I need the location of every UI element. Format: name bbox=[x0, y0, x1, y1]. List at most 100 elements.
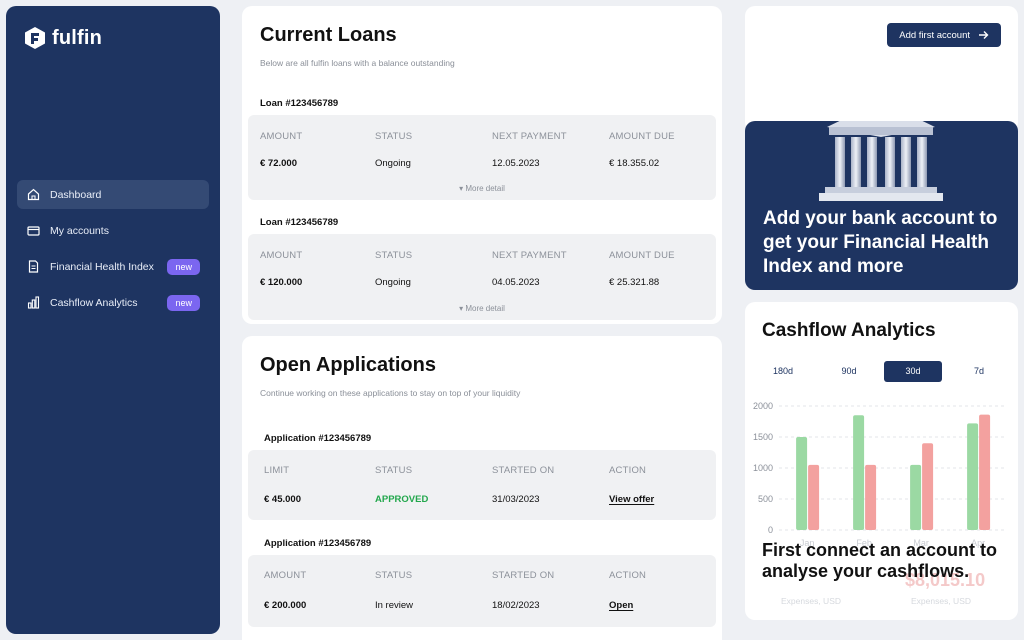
bar-chart-icon bbox=[27, 296, 40, 309]
expenses-bar bbox=[979, 414, 991, 530]
sidebar-nav: Dashboard My accounts Financial Health I… bbox=[17, 180, 209, 324]
status-header: STATUS bbox=[375, 465, 413, 476]
loan-label: Loan #123456789 bbox=[260, 98, 339, 109]
started-on-header: STARTED ON bbox=[492, 465, 555, 476]
started-on-header: STARTED ON bbox=[492, 570, 555, 581]
cashflow-title: Cashflow Analytics bbox=[762, 320, 936, 341]
loan-panel: AMOUNT STATUS NEXT PAYMENT AMOUNT DUE € … bbox=[248, 234, 716, 320]
home-icon bbox=[27, 188, 40, 201]
open-applications-card: Open Applications Continue working on th… bbox=[242, 336, 722, 640]
sidebar-item-label: Cashflow Analytics bbox=[50, 296, 138, 309]
y-tick-label: 0 bbox=[768, 525, 773, 535]
amount-due-header: AMOUNT DUE bbox=[609, 250, 675, 261]
open-link[interactable]: Open bbox=[609, 600, 633, 611]
current-loans-card: Current Loans Below are all fulfin loans… bbox=[242, 6, 722, 324]
arrow-right-icon bbox=[979, 31, 989, 39]
loan-amount: € 72.000 bbox=[260, 158, 297, 169]
loan-status: Ongoing bbox=[375, 158, 411, 169]
period-30d[interactable]: 30d bbox=[884, 361, 942, 382]
expenses-bar bbox=[808, 464, 820, 530]
income-bar bbox=[910, 464, 922, 530]
more-detail-label: More detail bbox=[465, 304, 505, 313]
sidebar-item-financial-health-index[interactable]: Financial Health Index new bbox=[17, 252, 209, 281]
caret-down-icon: ▾ bbox=[459, 304, 464, 313]
income-bar bbox=[967, 423, 979, 530]
sidebar-item-my-accounts[interactable]: My accounts bbox=[17, 216, 209, 245]
application-started-on: 31/03/2023 bbox=[492, 494, 540, 505]
y-tick-label: 1500 bbox=[753, 432, 773, 442]
card-icon bbox=[27, 224, 40, 237]
cashflow-bar-chart: 0500100015002000Jan Feb Mar Apr bbox=[753, 401, 1007, 548]
loan-amount: € 120.000 bbox=[260, 277, 303, 288]
loan-status: Ongoing bbox=[375, 277, 411, 288]
loan-next-payment: 04.05.2023 bbox=[492, 277, 540, 288]
loan-next-payment: 12.05.2023 bbox=[492, 158, 540, 169]
sidebar: fulfin Dashboard My accounts Financial H… bbox=[6, 6, 220, 634]
application-amount: € 200.000 bbox=[264, 600, 307, 611]
fulfin-logo-icon bbox=[25, 27, 45, 49]
application-started-on: 18/02/2023 bbox=[492, 600, 540, 611]
application-limit: € 45.000 bbox=[264, 494, 301, 505]
application-label: Application #123456789 bbox=[264, 433, 372, 444]
brand-logo[interactable]: fulfin bbox=[24, 26, 102, 50]
amount-due-header: AMOUNT DUE bbox=[609, 131, 675, 142]
view-offer-link[interactable]: View offer bbox=[609, 494, 654, 505]
applications-subtitle: Continue working on these applications t… bbox=[260, 388, 521, 398]
sidebar-item-dashboard[interactable]: Dashboard bbox=[17, 180, 209, 209]
limit-header: LIMIT bbox=[264, 465, 290, 476]
more-detail-toggle[interactable]: ▾ More detail bbox=[248, 304, 716, 313]
add-first-account-button[interactable]: Add first account bbox=[887, 23, 1001, 47]
caret-down-icon: ▾ bbox=[459, 184, 464, 193]
amount-header: AMOUNT bbox=[264, 570, 307, 581]
more-detail-toggle[interactable]: ▾ More detail bbox=[248, 184, 716, 193]
status-header: STATUS bbox=[375, 250, 413, 261]
application-panel: LIMIT STATUS STARTED ON ACTION € 45.000 … bbox=[248, 450, 716, 520]
more-detail-label: More detail bbox=[465, 184, 505, 193]
status-badge: APPROVED bbox=[375, 494, 429, 505]
action-header: ACTION bbox=[609, 465, 647, 476]
loans-subtitle: Below are all fulfin loans with a balanc… bbox=[260, 58, 455, 68]
period-90d[interactable]: 90d bbox=[820, 361, 878, 382]
new-badge: new bbox=[167, 295, 200, 311]
loan-label: Loan #123456789 bbox=[260, 217, 339, 228]
amount-header: AMOUNT bbox=[260, 250, 303, 261]
new-badge: new bbox=[167, 259, 200, 275]
expenses-bar bbox=[865, 464, 877, 530]
status-header: STATUS bbox=[375, 570, 413, 581]
sidebar-item-cashflow-analytics[interactable]: Cashflow Analytics new bbox=[17, 288, 209, 317]
brand-name: fulfin bbox=[52, 26, 103, 49]
ghost-expenses-label: Expenses, USD bbox=[781, 596, 841, 606]
status-header: STATUS bbox=[375, 131, 413, 142]
add-account-label: Add first account bbox=[899, 29, 970, 41]
add-account-card: Add first account bbox=[745, 6, 1018, 132]
sidebar-item-label: Financial Health Index bbox=[50, 260, 154, 273]
sidebar-item-label: My accounts bbox=[50, 224, 109, 237]
income-bar bbox=[796, 437, 808, 530]
y-tick-label: 500 bbox=[758, 494, 773, 504]
loan-amount-due: € 25.321.88 bbox=[609, 277, 660, 288]
status-badge: In review bbox=[375, 600, 414, 611]
expenses-bar bbox=[922, 443, 934, 530]
loan-panel: AMOUNT STATUS NEXT PAYMENT AMOUNT DUE € … bbox=[248, 115, 716, 200]
next-payment-header: NEXT PAYMENT bbox=[492, 250, 567, 261]
next-payment-header: NEXT PAYMENT bbox=[492, 131, 567, 142]
loans-title: Current Loans bbox=[260, 24, 397, 46]
connect-account-message: First connect an account to analyse your… bbox=[762, 540, 998, 581]
ghost-expenses-label: Expenses, USD bbox=[911, 596, 971, 606]
period-7d[interactable]: 7d bbox=[950, 361, 1008, 382]
bank-building-icon bbox=[819, 121, 943, 201]
loan-amount-due: € 18.355.02 bbox=[609, 158, 660, 169]
y-tick-label: 1000 bbox=[753, 463, 773, 473]
cashflow-analytics-card: Cashflow Analytics $8,015.10 Expenses, U… bbox=[745, 302, 1018, 620]
period-180d[interactable]: 180d bbox=[754, 361, 812, 382]
sidebar-item-label: Dashboard bbox=[50, 188, 102, 201]
action-header: ACTION bbox=[609, 570, 647, 581]
application-label: Application #123456789 bbox=[264, 538, 372, 549]
bank-account-promo[interactable]: Add your bank account to get your Financ… bbox=[745, 121, 1018, 290]
amount-header: AMOUNT bbox=[260, 131, 303, 142]
applications-title: Open Applications bbox=[260, 354, 436, 376]
document-icon bbox=[27, 260, 40, 273]
income-bar bbox=[853, 415, 865, 530]
application-panel: AMOUNT STATUS STARTED ON ACTION € 200.00… bbox=[248, 555, 716, 627]
y-tick-label: 2000 bbox=[753, 401, 773, 411]
